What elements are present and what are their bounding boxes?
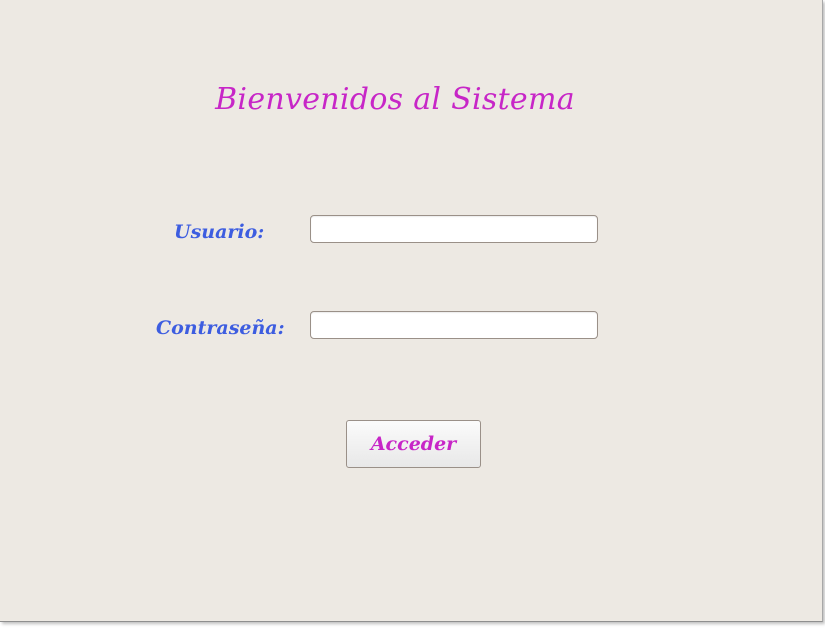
username-field[interactable] bbox=[310, 215, 598, 243]
login-window: Bienvenidos al Sistema Usuario: Contrase… bbox=[0, 0, 823, 622]
page-title: Bienvenidos al Sistema bbox=[215, 82, 575, 117]
password-label: Contraseña: bbox=[156, 317, 285, 339]
login-button[interactable]: Acceder bbox=[346, 420, 481, 468]
password-field[interactable] bbox=[310, 311, 598, 339]
username-label: Usuario: bbox=[174, 221, 265, 243]
